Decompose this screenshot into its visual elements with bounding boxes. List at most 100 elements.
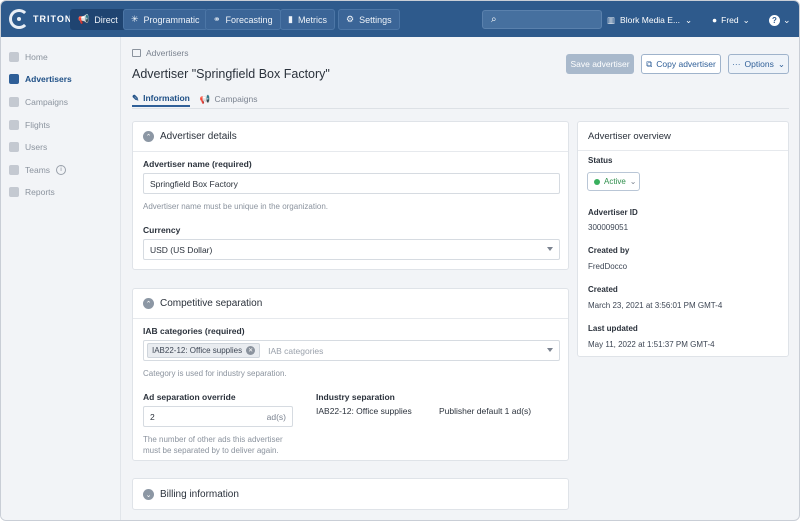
breadcrumb[interactable]: Advertisers [132,48,189,58]
info-icon[interactable]: i [56,165,67,175]
advertiser-details-heading: Advertiser details [160,131,237,142]
industry-separation-value: IAB22-12: Office supplies [316,406,412,416]
sidebar: Home Advertisers Campaigns Flights Users… [1,37,121,520]
app-window: TRITON 📢 Direct ✳ Programmatic ⚭ Forecas… [0,0,800,521]
iab-help: Category is used for industry separation… [143,369,287,378]
overview-heading: Advertiser overview [588,131,671,142]
tab-bar: ✎ Information 📢 Campaigns [132,91,257,109]
nav-direct[interactable]: 📢 Direct [70,9,126,30]
nav-forecasting[interactable]: ⚭ Forecasting [205,9,281,30]
divider [133,318,568,319]
chevron-down-icon: ⌄ [685,14,693,25]
search-icon: ⌕ [491,14,497,25]
advertiser-overview-card: Advertiser overview Status Active ⌄ Adve… [577,121,789,357]
currency-value: USD (US Dollar) [150,244,213,255]
tab-divider [132,108,789,109]
chevron-up-icon: ⌃ [143,298,154,309]
nav-programmatic[interactable]: ✳ Programmatic [123,9,208,30]
advertisers-icon [9,74,19,84]
megaphone-icon [9,97,19,107]
nav-metrics[interactable]: ▮ Metrics [280,9,335,30]
iab-categories-field[interactable]: IAB22-12: Office supplies ✕ IAB categori… [143,340,560,361]
advertiser-name-field[interactable]: Springfield Box Factory [143,173,560,194]
billing-information-card: ⌄ Billing information [132,478,569,510]
ad-separation-override-label: Ad separation override [143,392,236,402]
nav-direct-label: Direct [94,14,118,25]
override-help-1: The number of other ads this advertiser [143,435,283,444]
chevron-down-icon: ⌄ [742,14,750,25]
sidebar-item-label: Users [25,142,48,152]
advertiser-details-header[interactable]: ⌃ Advertiser details [143,131,237,142]
org-selector[interactable]: ▥ Blork Media E... ⌄ [607,11,692,29]
copy-icon: ⧉ [646,58,653,69]
binoculars-icon: ⚭ [213,14,221,24]
iab-placeholder: IAB categories [268,345,324,356]
iab-chip-label: IAB22-12: Office supplies [152,346,243,355]
iab-categories-label: IAB categories (required) [143,326,245,336]
tab-information[interactable]: ✎ Information [132,91,190,107]
user-name: Fred [721,15,739,25]
sidebar-item-label: Advertisers [25,74,72,84]
tab-campaigns[interactable]: 📢 Campaigns [200,91,258,107]
status-value: Active [604,177,626,186]
divider [133,151,568,152]
logo-text: TRITON [33,14,73,24]
sidebar-item-campaigns[interactable]: Campaigns [9,93,117,111]
triton-logo[interactable]: TRITON [9,9,72,29]
save-advertiser-button[interactable]: Save advertiser [566,54,634,74]
chevron-down-icon: ⌄ [777,58,785,69]
chevron-down-icon: ⌄ [143,489,154,500]
caret-down-icon [547,247,553,251]
search-input[interactable]: ⌕ [482,10,602,29]
created-by-value: FredDocco [588,262,628,271]
page-title: Advertiser "Springfield Box Factory" [132,67,330,81]
sidebar-item-users[interactable]: Users [9,138,117,156]
help-menu[interactable]: ? ⌄ [769,11,791,29]
user-menu[interactable]: ● Fred ⌄ [712,11,750,29]
sidebar-item-reports[interactable]: Reports [9,183,117,201]
competitive-separation-header[interactable]: ⌃ Competitive separation [143,298,262,309]
sidebar-item-label: Teams [25,165,51,175]
megaphone-icon: 📢 [199,93,211,104]
teams-icon [9,165,19,175]
tab-campaigns-label: Campaigns [214,94,258,104]
options-button[interactable]: ··· Options ⌄ [728,54,789,74]
advertiser-name-label: Advertiser name (required) [143,159,252,169]
created-value: March 23, 2021 at 3:56:01 PM GMT-4 [588,301,723,310]
sidebar-item-flights[interactable]: Flights [9,116,117,134]
sidebar-item-teams[interactable]: Teams i [9,161,117,179]
caret-down-icon [547,348,553,352]
override-suffix: ad(s) [266,412,286,422]
iab-category-chip: IAB22-12: Office supplies ✕ [147,343,261,358]
chevron-up-icon: ⌃ [143,131,154,142]
chevron-down-icon: ⌄ [783,14,791,25]
chevron-down-icon: ⌄ [629,177,637,186]
currency-select[interactable]: USD (US Dollar) [143,239,560,260]
nav-settings-label: Settings [359,14,392,25]
breadcrumb-advertisers[interactable]: Advertisers [146,48,189,58]
created-by-label: Created by [588,246,630,255]
status-dropdown[interactable]: Active ⌄ [587,172,640,191]
nav-settings[interactable]: ⚙ Settings [338,9,400,30]
tab-information-label: Information [143,93,190,103]
remove-chip-icon[interactable]: ✕ [246,346,256,355]
sidebar-item-advertisers[interactable]: Advertisers [9,70,117,88]
user-icon: ● [712,15,718,25]
user-icon [9,142,19,152]
nav-programmatic-label: Programmatic [143,14,200,25]
status-dot-icon [594,178,600,185]
competitive-separation-card: ⌃ Competitive separation IAB categories … [132,288,569,461]
asterisk-icon: ✳ [131,14,139,24]
pencil-icon: ✎ [132,92,140,103]
ad-separation-override-input[interactable]: 2 ad(s) [143,406,293,427]
advertiser-id-value: 300009051 [588,223,629,232]
copy-advertiser-button[interactable]: ⧉ Copy advertiser [641,54,721,74]
override-help-2: must be separated by to deliver again. [143,446,279,455]
triton-logo-icon [9,9,29,29]
billing-information-header[interactable]: ⌄ Billing information [143,489,239,500]
sidebar-item-home[interactable]: Home [9,48,117,66]
sidebar-item-label: Flights [25,120,51,130]
home-icon [9,52,19,62]
megaphone-icon: 📢 [78,14,90,24]
sidebar-item-label: Reports [25,187,55,197]
